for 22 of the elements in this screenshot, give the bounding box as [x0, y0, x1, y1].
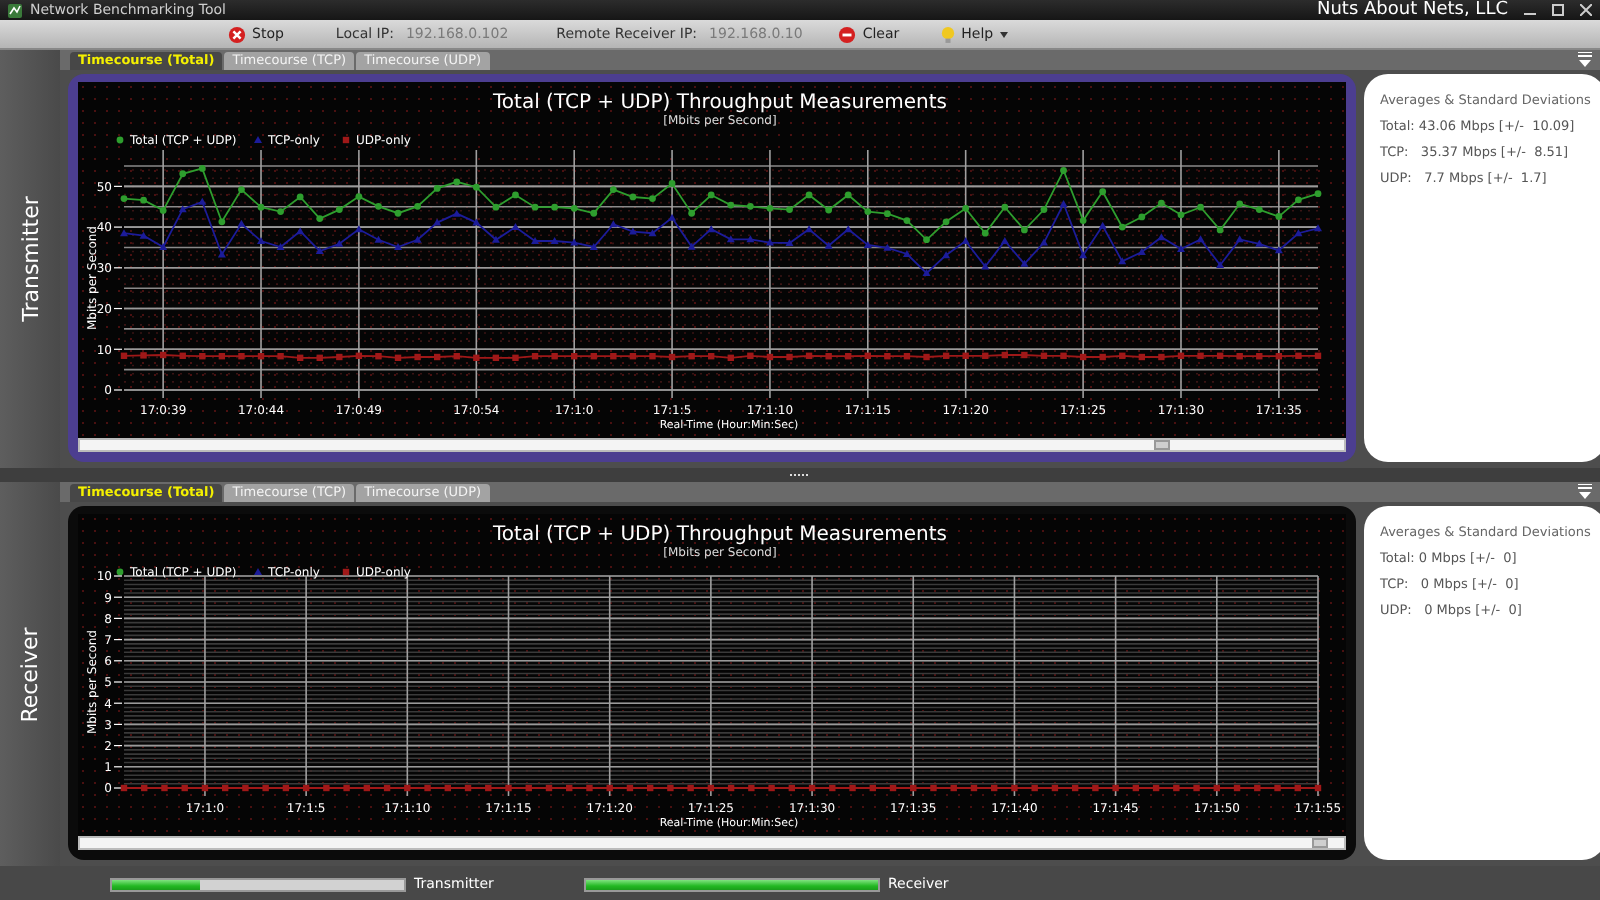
dropdown-icon[interactable]: [1578, 484, 1592, 500]
legend-marker-icon: [254, 568, 262, 575]
legend-marker-icon: [254, 136, 262, 143]
clear-icon: [838, 25, 857, 43]
scrollbar[interactable]: [78, 438, 1346, 452]
legend-marker-icon: [342, 136, 350, 144]
legend-marker-icon: [342, 568, 350, 576]
legend-marker-icon: [116, 136, 124, 144]
chart-title: Total (TCP + UDP) Throughput Measurements: [493, 92, 947, 114]
legend-marker-icon: [116, 568, 124, 576]
dropdown-icon[interactable]: [1578, 52, 1592, 68]
maximize-icon[interactable]: [1552, 4, 1564, 16]
stop-icon: [228, 25, 246, 43]
panel-label: Transmitter: [17, 196, 43, 322]
company-name: Nuts About Nets, LLC: [1316, 0, 1508, 20]
app-icon: [8, 3, 22, 17]
lightbulb-icon: [939, 25, 956, 43]
panel-label: Receiver: [17, 626, 43, 722]
chart-title: Total (TCP + UDP) Throughput Measurements: [493, 524, 947, 546]
caret-icon: [999, 31, 1008, 37]
scrollbar[interactable]: [78, 836, 1346, 850]
close-icon[interactable]: [1580, 4, 1592, 16]
